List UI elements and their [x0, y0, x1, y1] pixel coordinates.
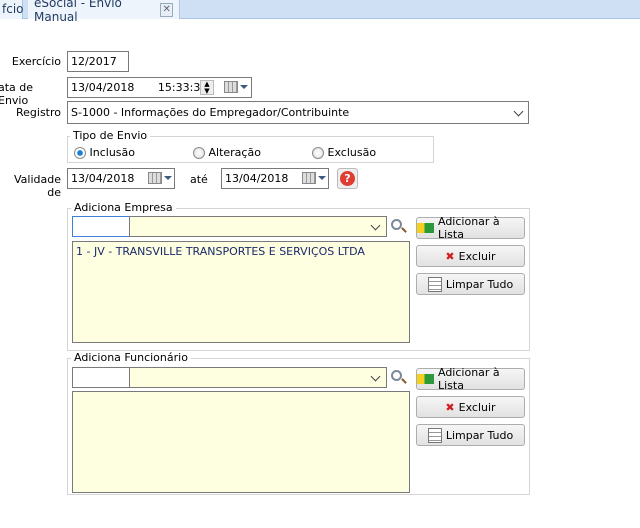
- button-label: Adicionar à Lista: [437, 366, 500, 392]
- radio-icon: [312, 147, 324, 159]
- button-label: Excluir: [458, 249, 496, 263]
- funcionario-delete-button[interactable]: ✖ Excluir: [416, 396, 525, 418]
- radio-label: Alteração: [208, 146, 261, 159]
- clear-table-icon: [427, 276, 442, 292]
- registro-label: Registro: [15, 106, 61, 119]
- radio-icon: [74, 147, 86, 159]
- empresa-clear-button[interactable]: Limpar Tudo: [416, 273, 525, 295]
- selected-value: S-1000 - Informações do Empregador/Contr…: [71, 106, 350, 119]
- button-label: Limpar Tudo: [445, 428, 514, 442]
- radio-alteracao[interactable]: Alteração: [193, 146, 261, 159]
- funcionario-combo[interactable]: [129, 367, 387, 388]
- calendar-icon: [224, 81, 238, 93]
- funcionario-list[interactable]: [72, 391, 410, 493]
- radio-icon: [193, 147, 205, 159]
- close-icon[interactable]: ✕: [160, 2, 173, 17]
- tab-label: fcio: [2, 2, 24, 16]
- radio-exclusao[interactable]: Exclusão: [312, 146, 376, 159]
- empresa-legend: Adiciona Empresa: [71, 201, 176, 214]
- calendar-dropdown[interactable]: [148, 172, 172, 184]
- calendar-icon: [302, 172, 316, 184]
- empresa-list[interactable]: 1 - JV - TRANSVILLE TRANSPORTES E SERVIÇ…: [72, 241, 410, 343]
- clear-table-icon: [427, 427, 442, 443]
- tab-esocial-envio-manual[interactable]: eSocial - Envio Manual ✕: [28, 0, 180, 24]
- delete-icon: ✖: [445, 400, 455, 414]
- date-value: 13/04/2018: [71, 81, 135, 94]
- empresa-code-input[interactable]: [72, 216, 130, 237]
- button-label: Excluir: [458, 400, 496, 414]
- funcionario-clear-button[interactable]: Limpar Tudo: [416, 424, 525, 446]
- validade-label: Validade de: [14, 173, 61, 199]
- funcionario-code-input[interactable]: [72, 367, 130, 388]
- calendar-dropdown[interactable]: [302, 172, 326, 184]
- empresa-delete-button[interactable]: ✖ Excluir: [416, 245, 525, 267]
- registro-select[interactable]: S-1000 - Informações do Empregador/Contr…: [67, 101, 529, 124]
- add-to-list-icon: [417, 374, 434, 384]
- funcionario-legend: Adiciona Funcionário: [71, 351, 191, 364]
- button-label: Adicionar à Lista: [437, 215, 500, 241]
- funcionario-add-button[interactable]: Adicionar à Lista: [416, 366, 525, 392]
- radio-inclusao[interactable]: Inclusão: [74, 146, 135, 159]
- list-item[interactable]: 1 - JV - TRANSVILLE TRANSPORTES E SERVIÇ…: [76, 245, 406, 258]
- calendar-icon: [148, 172, 162, 184]
- tab-previous[interactable]: fcio: [0, 0, 24, 19]
- tab-label: eSocial - Envio Manual: [34, 0, 122, 24]
- dropdown-arrow-icon: [318, 176, 326, 180]
- exercicio-input[interactable]: 12/2017: [67, 51, 129, 72]
- help-icon: ?: [340, 171, 355, 186]
- dropdown-arrow-icon: [240, 85, 248, 89]
- exercicio-label: Exercício: [11, 55, 61, 68]
- button-label: Limpar Tudo: [445, 277, 514, 291]
- ate-label: até: [190, 173, 208, 186]
- tipo-envio-legend: Tipo de Envio: [70, 129, 151, 142]
- delete-icon: ✖: [445, 249, 455, 263]
- help-button[interactable]: ?: [337, 168, 358, 189]
- empresa-combo[interactable]: [129, 216, 387, 237]
- radio-label: Inclusão: [89, 146, 136, 159]
- time-spinner[interactable]: ▲ ▼: [200, 80, 214, 95]
- empresa-add-button[interactable]: Adicionar à Lista: [416, 215, 525, 241]
- data-envio-label: ata de Envio: [0, 81, 34, 107]
- calendar-dropdown[interactable]: [224, 81, 248, 93]
- dropdown-arrow-icon: [164, 176, 172, 180]
- add-to-list-icon: [417, 223, 434, 233]
- radio-label: Exclusão: [327, 146, 377, 159]
